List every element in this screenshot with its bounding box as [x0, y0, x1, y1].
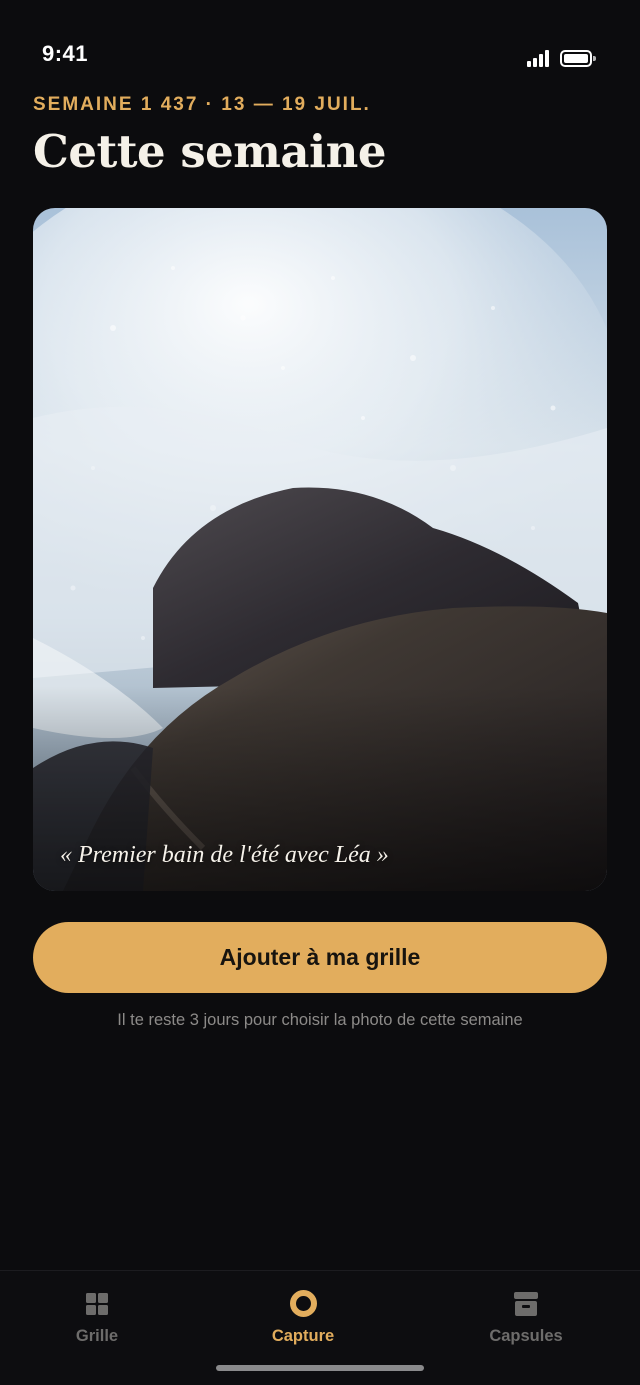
- signal-icon: [527, 50, 551, 67]
- add-to-grid-button[interactable]: Ajouter à ma grille: [33, 922, 607, 993]
- photo-caption: « Premier bain de l'été avec Léa »: [60, 842, 389, 868]
- helper-text: Il te reste 3 jours pour choisir la phot…: [117, 1011, 523, 1029]
- home-indicator[interactable]: [216, 1365, 424, 1371]
- tab-label-grille: Grille: [75, 1327, 119, 1345]
- archive-icon: [514, 1292, 538, 1316]
- tab-capsules[interactable]: Capsules: [476, 1271, 576, 1351]
- screen: 9:41 SEMAINE 1 437 · 13 — 19 JUIL. Cette…: [0, 0, 640, 1385]
- tab-grille[interactable]: Grille: [57, 1271, 137, 1351]
- status-bar: 9:41: [0, 0, 640, 100]
- capture-icon: [290, 1290, 317, 1317]
- weekly-photo-card[interactable]: « Premier bain de l'été avec Léa »: [33, 208, 607, 891]
- grid-icon: [86, 1293, 108, 1315]
- week-label: SEMAINE 1 437 · 13 — 19 JUIL.: [33, 94, 371, 115]
- status-time: 9:41: [42, 41, 89, 66]
- tab-capture[interactable]: Capture: [253, 1271, 353, 1351]
- battery-icon: [560, 50, 596, 67]
- tab-label-capsules: Capsules: [489, 1327, 563, 1345]
- weekly-photo: [33, 208, 607, 891]
- page-title: Cette semaine: [33, 125, 387, 178]
- tab-label-capture: Capture: [271, 1327, 335, 1345]
